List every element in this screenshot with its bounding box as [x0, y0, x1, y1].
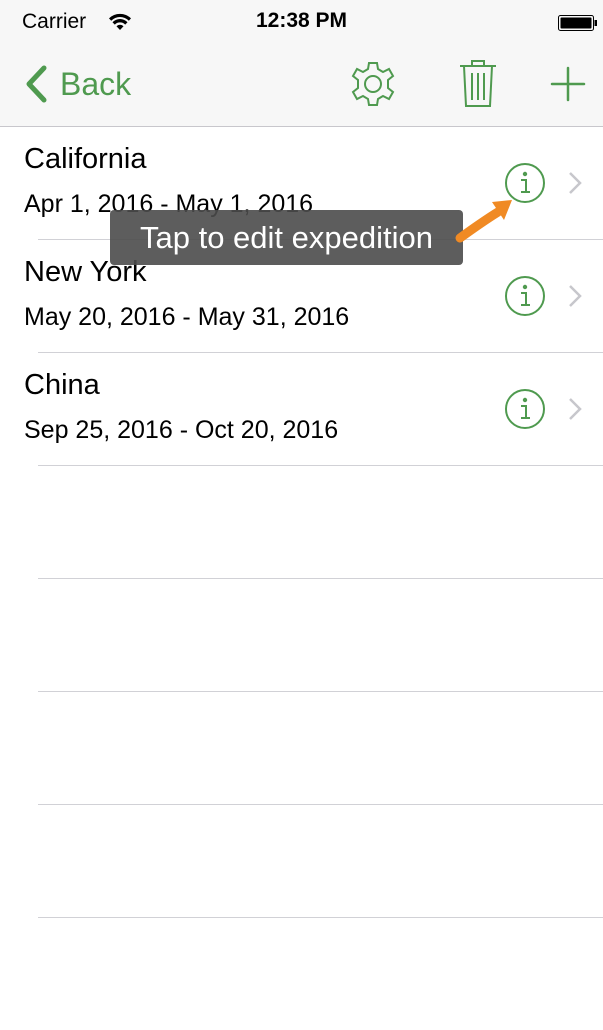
- back-button[interactable]: Back: [24, 62, 131, 106]
- disclosure-chevron-icon: [569, 172, 582, 194]
- gear-icon: [351, 62, 395, 106]
- empty-row: [0, 466, 603, 579]
- expedition-dates: May 20, 2016 - May 31, 2016: [24, 303, 350, 331]
- empty-row: [0, 692, 603, 805]
- battery-icon: [558, 15, 597, 31]
- pointer-arrow-icon: [455, 200, 512, 243]
- expedition-name: California: [24, 143, 147, 175]
- expedition-dates: Sep 25, 2016 - Oct 20, 2016: [24, 416, 339, 444]
- delete-button[interactable]: [450, 56, 506, 112]
- info-icon[interactable]: [504, 275, 546, 317]
- disclosure-chevron-icon: [569, 285, 582, 307]
- add-expedition-button[interactable]: [540, 56, 596, 112]
- empty-row: [0, 805, 603, 918]
- back-label: Back: [60, 65, 132, 102]
- edit-tooltip: Tap to edit expedition: [110, 210, 463, 265]
- info-icon[interactable]: [504, 388, 546, 430]
- row-separator: [38, 917, 603, 918]
- settings-button[interactable]: [345, 56, 401, 112]
- empty-row: [0, 579, 603, 692]
- chevron-left-icon: [26, 65, 47, 103]
- trash-icon: [460, 60, 496, 107]
- clock: 12:38 PM: [255, 9, 348, 32]
- navigation-bar: Back: [0, 44, 603, 127]
- disclosure-chevron-icon: [569, 398, 582, 420]
- status-bar: Carrier 12:38 PM: [0, 0, 603, 44]
- plus-icon: [550, 66, 586, 102]
- expedition-name: China: [24, 369, 100, 401]
- expedition-row[interactable]: China Sep 25, 2016 - Oct 20, 2016: [0, 353, 603, 466]
